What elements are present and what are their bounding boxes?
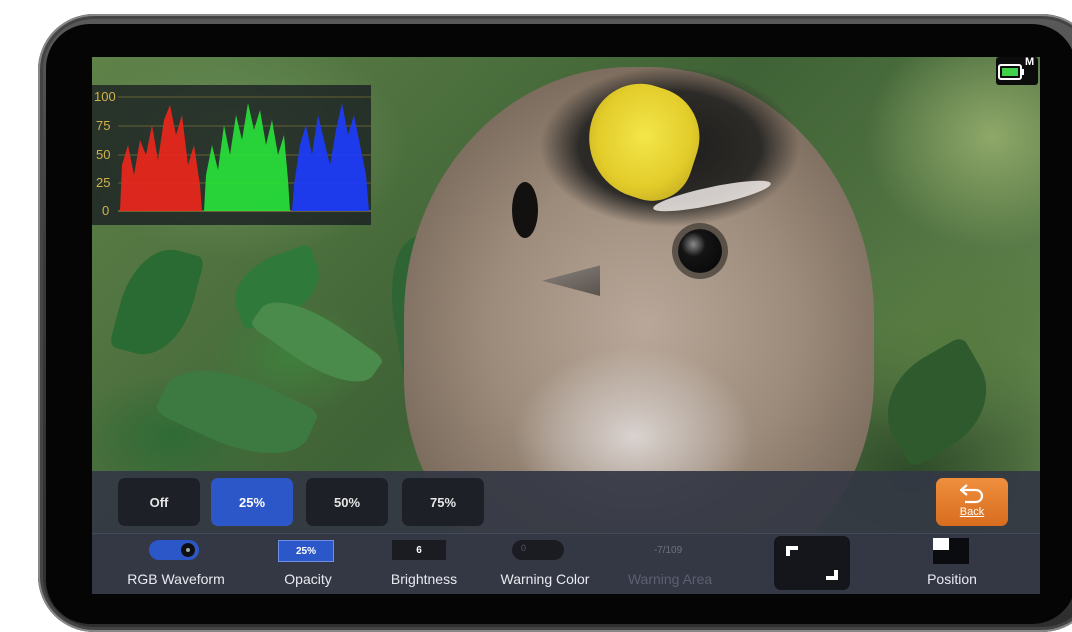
- mode-indicator: M: [1025, 57, 1035, 68]
- opacity-label: Opacity: [284, 571, 332, 587]
- battery-status: M: [996, 57, 1038, 85]
- opacity-option-75[interactable]: 75%: [402, 478, 484, 526]
- brightness-label: Brightness: [390, 571, 458, 587]
- bird-left-eye: [512, 182, 538, 238]
- opacity-option-50[interactable]: 50%: [306, 478, 388, 526]
- rgb-waveform-toggle[interactable]: [149, 540, 199, 560]
- brightness-value[interactable]: 6: [392, 540, 446, 560]
- undo-arrow-icon: [959, 484, 984, 504]
- frame-select-button[interactable]: [774, 536, 850, 590]
- green-channel-trace: [204, 103, 290, 211]
- waveform-axis-100: 100: [94, 89, 116, 104]
- opacity-option-off[interactable]: Off: [118, 478, 200, 526]
- red-channel-trace: [120, 105, 202, 211]
- warning-color-label: Warning Color: [500, 571, 590, 587]
- waveform-axis-0: 0: [102, 203, 110, 218]
- position-label: Position: [927, 571, 977, 587]
- back-button[interactable]: Back: [936, 478, 1008, 526]
- bird-right-eye: [678, 229, 722, 273]
- warning-color-value: 0: [521, 543, 527, 553]
- warning-area-value: -7/109: [653, 544, 683, 556]
- opacity-value[interactable]: 25%: [278, 540, 334, 562]
- opacity-options-panel: Off 25% 50% 75% Back: [92, 471, 1040, 533]
- waveform-axis-50: 50: [96, 147, 111, 162]
- opacity-option-25[interactable]: 25%: [211, 478, 293, 526]
- blue-channel-trace: [292, 103, 369, 211]
- toggle-knob: [181, 543, 195, 557]
- waveform-axis-75: 75: [96, 118, 111, 133]
- waveform-axis-25: 25: [96, 175, 111, 190]
- rgb-waveform-label: RGB Waveform: [127, 571, 225, 587]
- settings-bar: RGB Waveform 25% Opacity 6 Brightness 0 …: [92, 533, 1040, 594]
- rgb-waveform-overlay: 100 75 50 25 0: [92, 85, 371, 225]
- warning-area-label: Warning Area: [627, 571, 713, 587]
- back-button-label: Back: [959, 506, 985, 518]
- corner-frame-icon: [786, 546, 838, 580]
- position-icon[interactable]: [932, 537, 970, 565]
- monitor-screen: 100 75 50 25 0 M Off 25% 50% 75% Back RG…: [92, 57, 1040, 594]
- warning-color-toggle[interactable]: 0: [512, 540, 564, 560]
